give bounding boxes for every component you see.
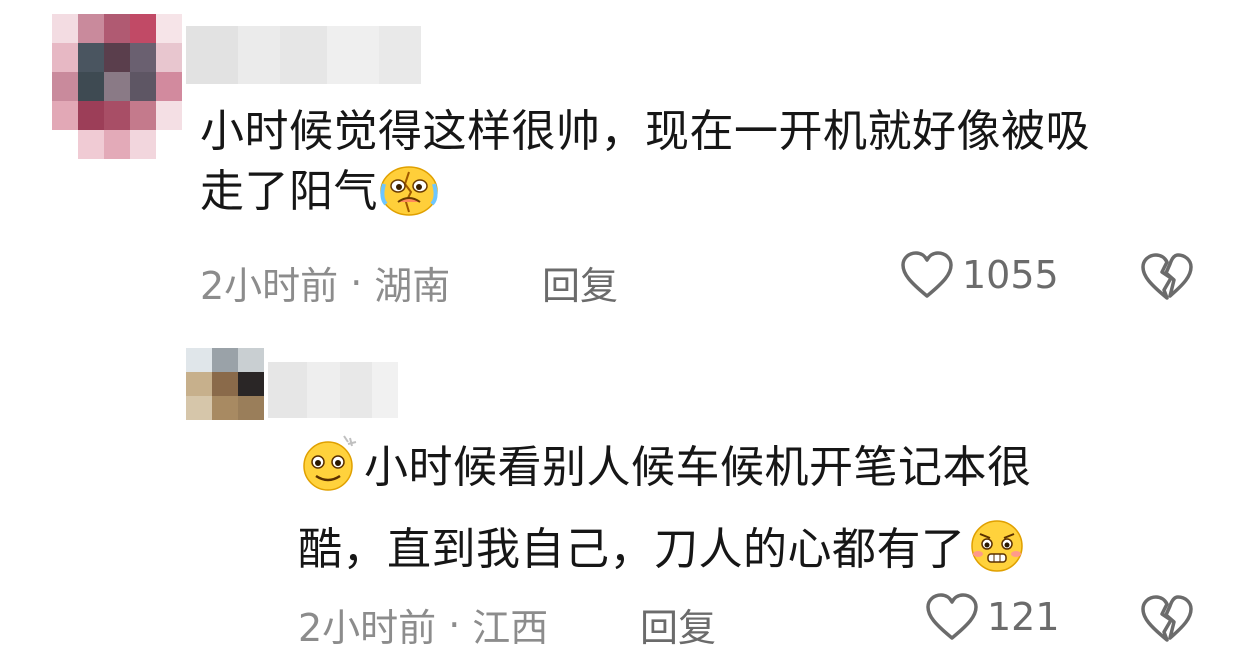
heart-icon: [925, 592, 979, 642]
like-button[interactable]: 1055: [900, 250, 1059, 300]
like-count: 121: [987, 595, 1060, 639]
reply-text-line: 酷，直到我自己，刀人的心都有了: [298, 514, 1032, 596]
reply-button[interactable]: 回复: [640, 597, 716, 652]
reply-text: 小时候看别人候车候机开笔记本很 酷，直到我自己，刀人的心都有了: [298, 432, 1032, 596]
crying-face-icon: [378, 164, 440, 232]
username-blurred[interactable]: [186, 26, 421, 84]
broken-heart-icon[interactable]: [1140, 252, 1194, 306]
avatar[interactable]: [52, 14, 182, 159]
comment-text: 小时候觉得这样很帅，现在一开机就好像被吸 走了阳气: [200, 102, 1090, 232]
separator-dot: ·: [350, 260, 363, 305]
username-blurred[interactable]: [268, 362, 398, 418]
location: 湖南: [374, 264, 451, 308]
nervous-face-icon: [966, 516, 1028, 596]
timestamp: 2小时前: [200, 264, 339, 308]
like-button[interactable]: 121: [925, 592, 1060, 642]
shining-smile-icon: [298, 434, 360, 514]
comment-text-line: 小时候觉得这样很帅，现在一开机就好像被吸: [200, 106, 1090, 157]
avatar[interactable]: [186, 348, 264, 420]
comment-text-line: 走了阳气: [200, 162, 1090, 232]
comment-meta: 2小时前 · 湖南: [200, 255, 450, 310]
reply-button[interactable]: 回复: [542, 255, 618, 310]
timestamp: 2小时前: [298, 606, 437, 650]
reply-meta: 2小时前 · 江西: [298, 597, 548, 652]
like-count: 1055: [962, 253, 1059, 297]
heart-icon: [900, 250, 954, 300]
separator-dot: ·: [448, 602, 461, 647]
broken-heart-icon[interactable]: [1140, 594, 1194, 648]
location: 江西: [472, 606, 549, 650]
reply-text-line: 小时候看别人候车候机开笔记本很: [298, 432, 1032, 514]
